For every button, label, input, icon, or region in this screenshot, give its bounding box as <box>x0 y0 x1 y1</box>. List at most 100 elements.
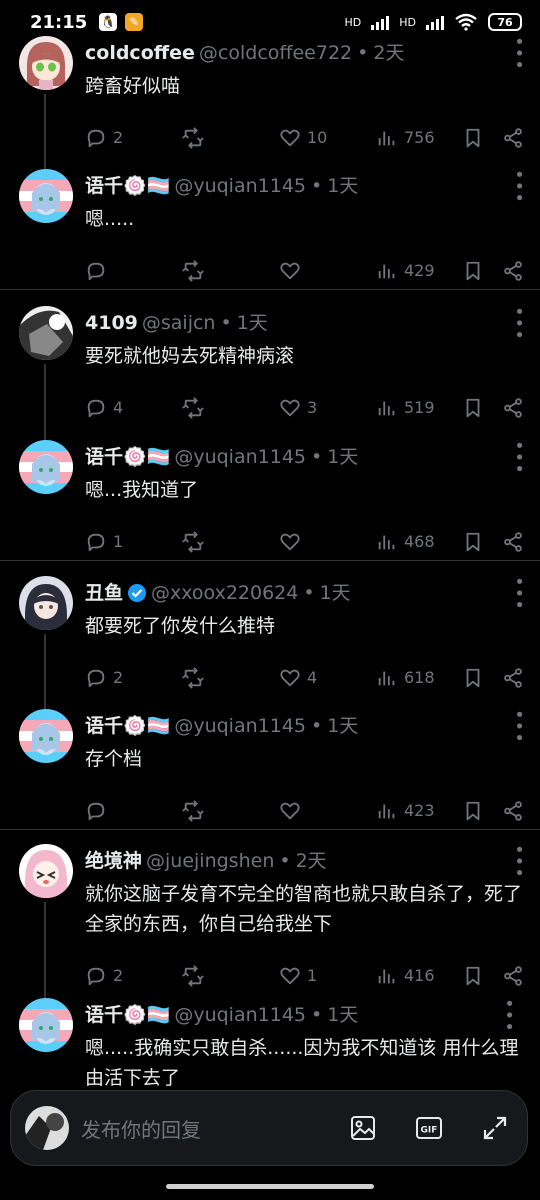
heart-icon <box>279 965 301 987</box>
reply-button[interactable]: 2 <box>85 667 182 689</box>
views-button[interactable]: 429 <box>376 260 462 282</box>
retweet-button[interactable] <box>182 965 279 987</box>
tweet-text: 嗯..... <box>85 207 135 230</box>
display-name[interactable]: 语千🍥🏳️‍⚧️ <box>85 172 170 200</box>
separator-dot: • <box>279 850 291 873</box>
user-handle[interactable]: @juejingshen <box>146 847 274 875</box>
avatar[interactable] <box>18 576 73 630</box>
tweet[interactable]: coldcoffee @coldcoffee722 • 2天 ••• 跨畜好似喵 2 10 75… <box>0 36 540 214</box>
share-button[interactable] <box>502 800 532 822</box>
image-icon[interactable] <box>345 1110 381 1146</box>
heart-icon <box>279 260 301 282</box>
retweet-button[interactable] <box>182 127 279 149</box>
share-button[interactable] <box>502 127 532 149</box>
bookmark-button[interactable] <box>462 397 502 419</box>
retweet-button[interactable] <box>182 667 279 689</box>
user-handle[interactable]: @yuqian1145 <box>174 712 306 740</box>
bookmark-button[interactable] <box>462 965 502 987</box>
user-handle[interactable]: @xxoox220624 <box>151 579 298 607</box>
retweet-button[interactable] <box>182 397 279 419</box>
views-button[interactable]: 423 <box>376 800 462 822</box>
user-handle[interactable]: @coldcoffee722 <box>199 39 352 67</box>
more-options-icon[interactable]: ••• <box>504 440 532 475</box>
expand-icon[interactable] <box>477 1110 513 1146</box>
views-button[interactable]: 756 <box>376 127 462 149</box>
tweet[interactable]: 语千🍥🏳️‍⚧️ @yuqian1145 • 1天 ••• 嗯..... 429 <box>0 169 540 286</box>
share-button[interactable] <box>502 965 532 987</box>
share-icon <box>502 800 524 822</box>
display-name[interactable]: 4109 <box>85 309 138 337</box>
retweet-icon <box>182 800 204 822</box>
reply-button[interactable]: 2 <box>85 127 182 149</box>
user-handle[interactable]: @yuqian1145 <box>174 172 306 200</box>
display-name[interactable]: 语千🍥🏳️‍⚧️ <box>85 712 170 740</box>
display-name[interactable]: 语千🍥🏳️‍⚧️ <box>85 1001 170 1029</box>
reply-input[interactable]: 发布你的回复 <box>81 1114 315 1143</box>
more-options-icon[interactable]: ••• <box>504 709 532 744</box>
share-button[interactable] <box>502 531 532 553</box>
reply-button[interactable]: 1 <box>85 531 182 553</box>
gif-icon[interactable]: GIF <box>411 1110 447 1146</box>
views-button[interactable]: 618 <box>376 667 462 689</box>
avatar[interactable] <box>18 440 73 494</box>
tweet-text: 就你这脑子发育不完全的智商也就只敢自杀了，死了全家的东西，你自己给我坐下 <box>85 882 523 935</box>
bookmark-button[interactable] <box>462 260 502 282</box>
like-button[interactable]: 3 <box>279 397 376 419</box>
share-button[interactable] <box>502 260 532 282</box>
views-button[interactable]: 416 <box>376 965 462 987</box>
reply-button[interactable] <box>85 800 182 822</box>
separator-dot: • <box>220 312 232 335</box>
views-icon <box>376 260 398 282</box>
avatar[interactable] <box>18 709 73 763</box>
user-handle[interactable]: @saijcn <box>142 309 216 337</box>
avatar[interactable] <box>18 306 73 360</box>
reply-composer[interactable]: 发布你的回复 GIF <box>10 1090 528 1166</box>
display-name[interactable]: 语千🍥🏳️‍⚧️ <box>85 443 170 471</box>
bookmark-icon <box>462 260 484 282</box>
bookmark-button[interactable] <box>462 127 502 149</box>
bookmark-button[interactable] <box>462 531 502 553</box>
display-name[interactable]: 绝境神 <box>85 847 142 875</box>
reply-button[interactable]: 4 <box>85 397 182 419</box>
share-button[interactable] <box>502 667 532 689</box>
more-options-icon[interactable]: ••• <box>504 169 532 204</box>
like-button[interactable] <box>279 800 376 822</box>
reply-button[interactable] <box>85 260 182 282</box>
display-name[interactable]: 丑鱼 <box>85 579 123 607</box>
user-handle[interactable]: @yuqian1145 <box>174 1001 306 1029</box>
display-name[interactable]: coldcoffee <box>85 39 195 67</box>
retweet-button[interactable] <box>182 800 279 822</box>
share-button[interactable] <box>502 397 532 419</box>
signal-icon-2 <box>426 14 444 30</box>
bookmark-button[interactable] <box>462 667 502 689</box>
like-button[interactable]: 10 <box>279 127 376 149</box>
tweet[interactable]: 语千🍥🏳️‍⚧️ @yuqian1145 • 1天 ••• 嗯.....我确实只敢自杀..… <box>0 998 540 1093</box>
avatar[interactable] <box>18 169 73 223</box>
views-button[interactable]: 468 <box>376 531 462 553</box>
avatar[interactable] <box>18 844 73 898</box>
user-handle[interactable]: @yuqian1145 <box>174 443 306 471</box>
views-button[interactable]: 519 <box>376 397 462 419</box>
more-options-icon[interactable]: ••• <box>504 576 532 611</box>
like-button[interactable] <box>279 531 376 553</box>
like-button[interactable] <box>279 260 376 282</box>
more-options-icon[interactable]: ••• <box>504 844 532 879</box>
like-button[interactable]: 4 <box>279 667 376 689</box>
more-options-icon[interactable]: ••• <box>494 998 522 1033</box>
avatar[interactable] <box>18 998 73 1052</box>
avatar[interactable] <box>18 36 73 90</box>
more-options-icon[interactable]: ••• <box>504 36 532 71</box>
tweet[interactable]: 4109 @saijcn • 1天 ••• 要死就他妈去死精神病滚 4 3 519 <box>0 306 540 484</box>
tweet[interactable]: 丑鱼 @xxoox220624 • 1天 ••• 都要死了你发什么推特 2 4 618 <box>0 576 540 754</box>
tweet[interactable]: 绝境神 @juejingshen • 2天 ••• 就你这脑子发育不完全的智商也就只敢自杀… <box>0 844 540 1037</box>
share-icon <box>502 127 524 149</box>
tweet[interactable]: 语千🍥🏳️‍⚧️ @yuqian1145 • 1天 ••• 存个档 423 <box>0 709 540 826</box>
reply-button[interactable]: 2 <box>85 965 182 987</box>
more-options-icon[interactable]: ••• <box>504 306 532 341</box>
tweet[interactable]: 语千🍥🏳️‍⚧️ @yuqian1145 • 1天 ••• 嗯...我知道了 1 468 <box>0 440 540 557</box>
retweet-button[interactable] <box>182 260 279 282</box>
tweet-time: 1天 <box>319 582 351 605</box>
bookmark-button[interactable] <box>462 800 502 822</box>
retweet-button[interactable] <box>182 531 279 553</box>
like-button[interactable]: 1 <box>279 965 376 987</box>
